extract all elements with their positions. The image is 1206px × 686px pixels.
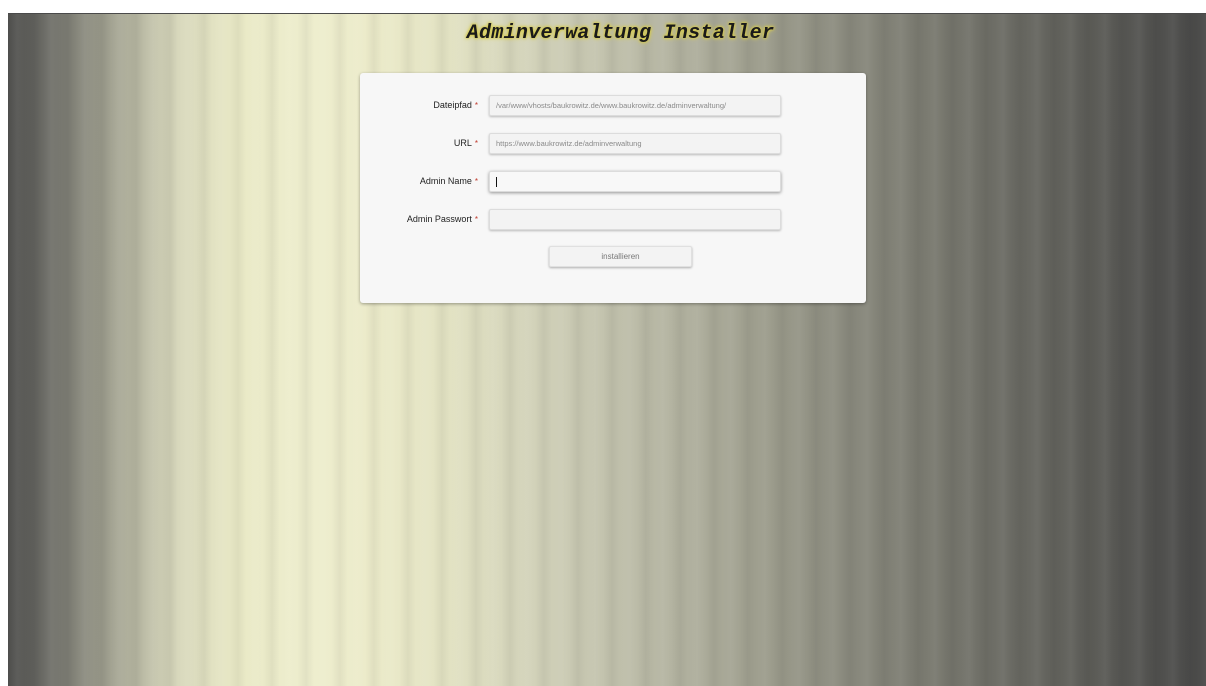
admin-passwort-input[interactable]	[489, 209, 781, 230]
dateipfad-label: Dateipfad *	[433, 95, 478, 116]
form-row-admin-name: Admin Name *	[360, 171, 866, 192]
admin-passwort-label: Admin Passwort *	[407, 209, 478, 230]
required-marker: *	[474, 101, 478, 110]
installer-form-card: Dateipfad* URL* Admin Name* Admin Passwo…	[360, 73, 866, 303]
form-row-dateipfad: Dateipfad *	[360, 95, 866, 116]
admin-name-label-text: Admin Name	[419, 176, 472, 186]
required-marker: *	[474, 139, 478, 148]
admin-passwort-label-text: Admin Passwort	[406, 214, 472, 224]
url-label-text: URL	[453, 138, 472, 148]
admin-name-label: Admin Name *	[420, 171, 478, 192]
admin-name-input[interactable]	[489, 171, 781, 192]
url-input[interactable]	[489, 133, 781, 154]
dateipfad-label-text: Dateipfad	[433, 100, 472, 110]
form-row-url: URL *	[360, 133, 866, 154]
form-row-admin-passwort: Admin Passwort *	[360, 209, 866, 230]
required-marker: *	[474, 177, 478, 186]
page-background: Adminverwaltung Installer Dateipfad* URL…	[8, 13, 1206, 686]
required-marker: *	[474, 215, 478, 224]
page-title: Adminverwaltung Installer	[466, 22, 775, 45]
dateipfad-input[interactable]	[489, 95, 781, 116]
install-button[interactable]: installieren	[549, 246, 692, 267]
url-label: URL *	[454, 133, 478, 154]
text-cursor	[496, 177, 497, 187]
